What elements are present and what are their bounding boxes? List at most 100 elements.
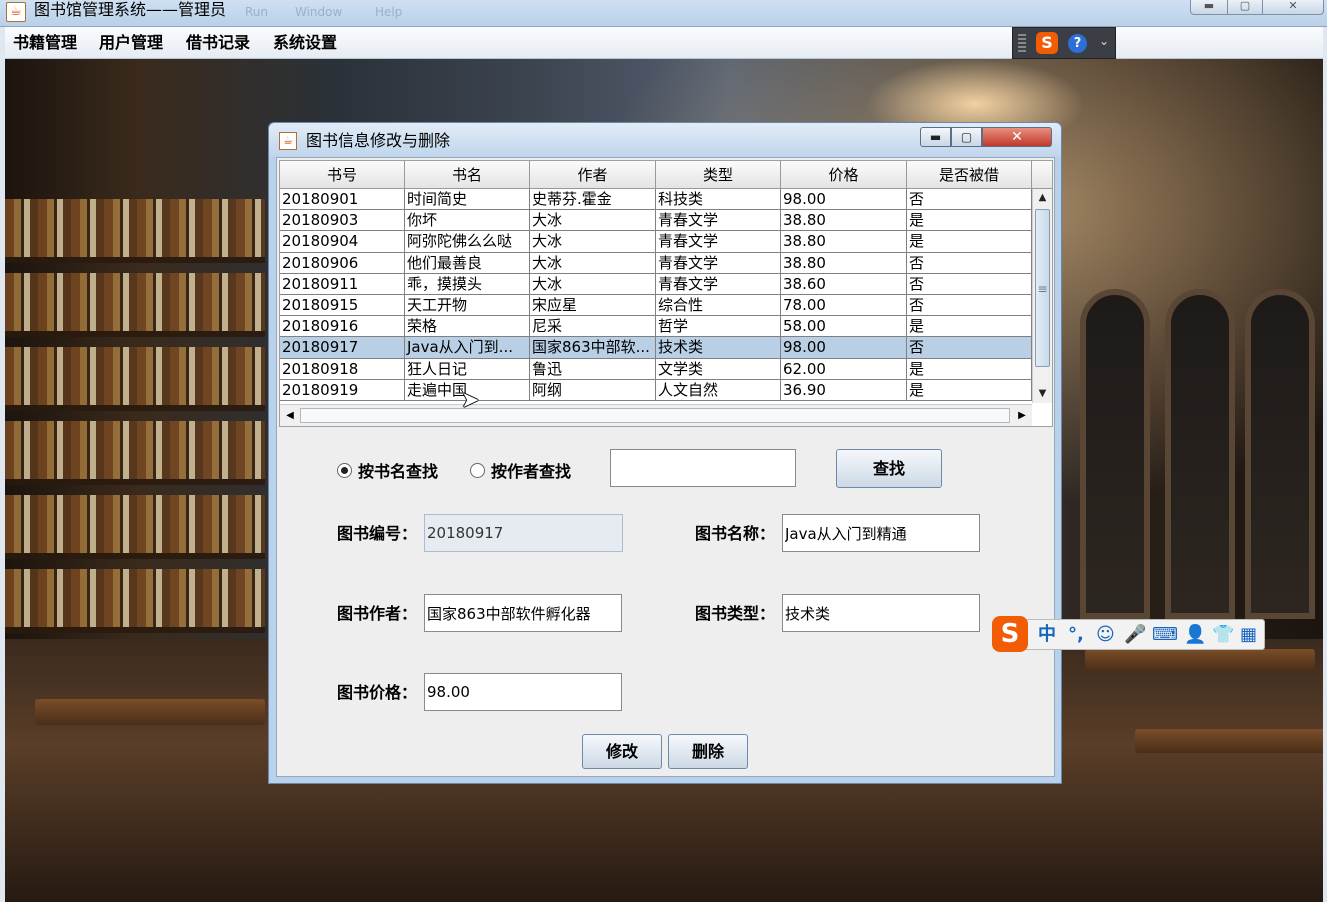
table-cell[interactable]: 62.00 <box>781 358 907 379</box>
maximize-button[interactable]: ▢ <box>1227 0 1263 15</box>
column-header[interactable]: 书名 <box>405 161 530 189</box>
vertical-scrollbar[interactable]: ▲ ≡ ▼ <box>1032 189 1052 403</box>
table-row[interactable]: 20180918 狂人日记 鲁迅 文学类 62.00 是 <box>280 358 1032 380</box>
table-cell[interactable]: 20180904 <box>280 231 405 252</box>
user-icon[interactable]: 👤 <box>1184 623 1206 647</box>
skin-icon[interactable]: 👕 <box>1212 623 1234 647</box>
menu-system-settings[interactable]: 系统设置 <box>273 32 337 54</box>
table-cell[interactable]: 你坏 <box>405 210 530 231</box>
table-row[interactable]: 20180916 荣格 尼采 哲学 58.00 是 <box>280 316 1032 338</box>
menu-user-management[interactable]: 用户管理 <box>99 32 163 54</box>
table-cell[interactable]: 20180903 <box>280 210 405 231</box>
table-cell[interactable]: 文学类 <box>656 358 781 379</box>
column-header[interactable]: 价格 <box>781 161 907 189</box>
table-cell[interactable]: 青春文学 <box>656 210 781 231</box>
table-cell[interactable]: 否 <box>907 273 1032 294</box>
table-row[interactable]: 20180915 天工开物 宋应星 综合性 78.00 否 <box>280 294 1032 317</box>
table-cell[interactable]: 是 <box>907 210 1032 231</box>
search-input[interactable] <box>610 449 796 487</box>
keyboard-icon[interactable]: ⌨ <box>1152 623 1178 647</box>
table-cell[interactable]: 38.60 <box>781 273 907 294</box>
table-cell[interactable]: 综合性 <box>656 294 781 316</box>
table-cell[interactable]: 狂人日记 <box>405 358 530 379</box>
menu-borrow-records[interactable]: 借书记录 <box>186 32 250 54</box>
table-cell[interactable]: 98.00 <box>781 337 907 358</box>
table-cell[interactable]: 哲学 <box>656 316 781 337</box>
table-cell[interactable]: 否 <box>907 252 1032 273</box>
table-cell[interactable]: 人文自然 <box>656 379 781 400</box>
table-cell[interactable]: 史蒂芬.霍金 <box>530 189 656 210</box>
sogou-logo-icon[interactable]: S <box>992 616 1028 652</box>
dialog-minimize-button[interactable]: ▬ <box>920 127 951 147</box>
table-cell[interactable]: 38.80 <box>781 252 907 273</box>
drag-grip-icon[interactable] <box>1018 34 1026 52</box>
minimize-button[interactable]: ▬ <box>1190 0 1228 15</box>
horizontal-scrollbar[interactable]: ◀ ▶ <box>280 404 1032 426</box>
table-cell[interactable]: Java从入门到... <box>405 337 530 358</box>
book-name-field[interactable] <box>782 514 980 552</box>
dialog-close-button[interactable]: ✕ <box>982 127 1052 147</box>
radio-checked-icon[interactable] <box>337 462 352 478</box>
table-cell[interactable]: 青春文学 <box>656 273 781 294</box>
delete-button[interactable]: 删除 <box>668 734 748 769</box>
table-cell[interactable]: 尼采 <box>530 316 656 337</box>
table-cell[interactable]: 大冰 <box>530 231 656 252</box>
table-cell[interactable]: 阿弥陀佛么么哒 <box>405 231 530 252</box>
scroll-up-icon[interactable]: ▲ <box>1033 189 1052 207</box>
close-button[interactable]: ✕ <box>1262 0 1324 15</box>
table-cell[interactable]: 20180917 <box>280 337 405 358</box>
chinese-mode-icon[interactable]: 中 <box>1038 623 1056 647</box>
table-cell[interactable]: 是 <box>907 358 1032 379</box>
table-cell[interactable]: 时间简史 <box>405 189 530 210</box>
table-cell[interactable]: 20180915 <box>280 294 405 316</box>
column-header[interactable]: 作者 <box>530 161 656 189</box>
column-header[interactable]: 是否被借 <box>907 161 1032 189</box>
table-row[interactable]: 20180917 Java从入门到... 国家863中部软... 技术类 98.00 否 <box>280 337 1032 359</box>
column-header[interactable]: 书号 <box>280 161 405 189</box>
chevron-down-icon[interactable]: ⌄ <box>1099 34 1109 48</box>
table-cell[interactable]: 20180919 <box>280 379 405 400</box>
table-row[interactable]: 20180911 乖，摸摸头 大冰 青春文学 38.60 否 <box>280 273 1032 295</box>
table-cell[interactable]: 20180918 <box>280 358 405 379</box>
radio-search-by-name[interactable]: 按书名查找 <box>337 458 438 482</box>
table-row[interactable]: 20180901 时间简史 史蒂芬.霍金 科技类 98.00 否 <box>280 189 1032 211</box>
table-cell[interactable]: 青春文学 <box>656 252 781 273</box>
emoji-icon[interactable]: ☺ <box>1096 623 1115 647</box>
table-cell[interactable]: 大冰 <box>530 252 656 273</box>
help-icon[interactable]: ? <box>1068 34 1087 53</box>
menu-book-management[interactable]: 书籍管理 <box>13 32 77 54</box>
table-cell[interactable]: 科技类 <box>656 189 781 210</box>
table-row[interactable]: 20180904 阿弥陀佛么么哒 大冰 青春文学 38.80 是 <box>280 231 1032 253</box>
book-author-field[interactable] <box>424 594 622 632</box>
microphone-icon[interactable]: 🎤 <box>1124 623 1146 647</box>
table-row[interactable]: 20180903 你坏 大冰 青春文学 38.80 是 <box>280 210 1032 232</box>
table-cell[interactable]: 宋应星 <box>530 294 656 316</box>
table-cell[interactable]: 是 <box>907 316 1032 337</box>
table-row[interactable]: 20180906 他们最善良 大冰 青春文学 38.80 否 <box>280 252 1032 274</box>
table-cell[interactable]: 青春文学 <box>656 231 781 252</box>
table-cell[interactable]: 否 <box>907 189 1032 210</box>
radio-unchecked-icon[interactable] <box>470 462 485 478</box>
table-cell[interactable]: 荣格 <box>405 316 530 337</box>
table-cell[interactable]: 国家863中部软... <box>530 337 656 358</box>
toolbox-icon[interactable]: ▦ <box>1240 623 1257 647</box>
radio-search-by-author[interactable]: 按作者查找 <box>470 458 571 482</box>
table-cell[interactable]: 20180916 <box>280 316 405 337</box>
scroll-right-icon[interactable]: ▶ <box>1012 405 1032 426</box>
table-cell[interactable]: 58.00 <box>781 316 907 337</box>
table-cell[interactable]: 他们最善良 <box>405 252 530 273</box>
table-cell[interactable]: 阿纲 <box>530 379 656 400</box>
scroll-down-icon[interactable]: ▼ <box>1033 385 1052 403</box>
table-cell[interactable]: 大冰 <box>530 273 656 294</box>
table-cell[interactable]: 乖，摸摸头 <box>405 273 530 294</box>
punctuation-icon[interactable]: °, <box>1068 623 1084 647</box>
table-cell[interactable]: 技术类 <box>656 337 781 358</box>
table-row[interactable]: 20180919 走遍中国 阿纲 人文自然 36.90 是 <box>280 379 1032 401</box>
table-cell[interactable]: 20180911 <box>280 273 405 294</box>
modify-button[interactable]: 修改 <box>582 734 662 769</box>
scroll-track[interactable] <box>300 408 1010 423</box>
table-cell[interactable]: 98.00 <box>781 189 907 210</box>
ime-floating-bar[interactable]: S 中 °, ☺ 🎤 ⌨ 👤 👕 ▦ <box>992 616 1265 652</box>
table-cell[interactable]: 36.90 <box>781 379 907 400</box>
table-cell[interactable]: 否 <box>907 337 1032 358</box>
